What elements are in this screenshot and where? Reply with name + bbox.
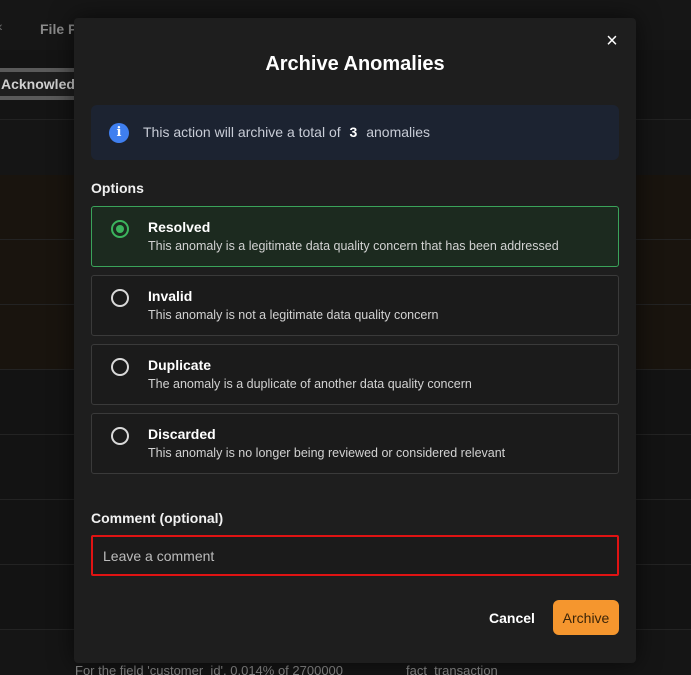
- option-invalid[interactable]: Invalid This anomaly is not a legitimate…: [91, 275, 619, 336]
- archive-anomalies-dialog: × Archive Anomalies i This action will a…: [74, 18, 636, 663]
- info-banner: i This action will archive a total of 3 …: [91, 105, 619, 160]
- anomaly-count: 3: [349, 124, 358, 140]
- radio-checked-icon[interactable]: [111, 220, 129, 238]
- info-text: This action will archive a total of 3 an…: [143, 124, 430, 140]
- row-description: For the field 'customer_id', 0.014% of 2…: [75, 663, 344, 675]
- radio-unchecked-icon[interactable]: [111, 358, 129, 376]
- option-description: This anomaly is a legitimate data qualit…: [148, 239, 559, 253]
- row-table-name: fact_transaction: [406, 663, 498, 675]
- info-text-before: This action will archive a total of: [143, 124, 341, 140]
- info-icon: i: [109, 123, 129, 143]
- options-label: Options: [91, 180, 144, 196]
- comment-input[interactable]: [91, 535, 619, 576]
- option-discarded[interactable]: Discarded This anomaly is no longer bein…: [91, 413, 619, 474]
- option-title: Duplicate: [148, 357, 212, 373]
- radio-unchecked-icon[interactable]: [111, 427, 129, 445]
- radio-unchecked-icon[interactable]: [111, 289, 129, 307]
- option-duplicate[interactable]: Duplicate The anomaly is a duplicate of …: [91, 344, 619, 405]
- option-resolved[interactable]: Resolved This anomaly is a legitimate da…: [91, 206, 619, 267]
- option-title: Invalid: [148, 288, 193, 304]
- comment-label: Comment (optional): [91, 510, 224, 526]
- cancel-button[interactable]: Cancel: [477, 600, 547, 635]
- option-description: This anomaly is no longer being reviewed…: [148, 446, 506, 460]
- tab-file-profile[interactable]: File P: [40, 21, 77, 37]
- info-text-after: anomalies: [366, 124, 431, 140]
- option-title: Discarded: [148, 426, 216, 442]
- close-icon[interactable]: ×: [602, 30, 622, 52]
- chevron-left-icon[interactable]: ‹: [0, 18, 3, 34]
- option-description: This anomaly is not a legitimate data qu…: [148, 308, 439, 322]
- dialog-title: Archive Anomalies: [265, 53, 445, 75]
- option-description: The anomaly is a duplicate of another da…: [148, 377, 472, 391]
- archive-button[interactable]: Archive: [553, 600, 619, 635]
- option-title: Resolved: [148, 219, 211, 235]
